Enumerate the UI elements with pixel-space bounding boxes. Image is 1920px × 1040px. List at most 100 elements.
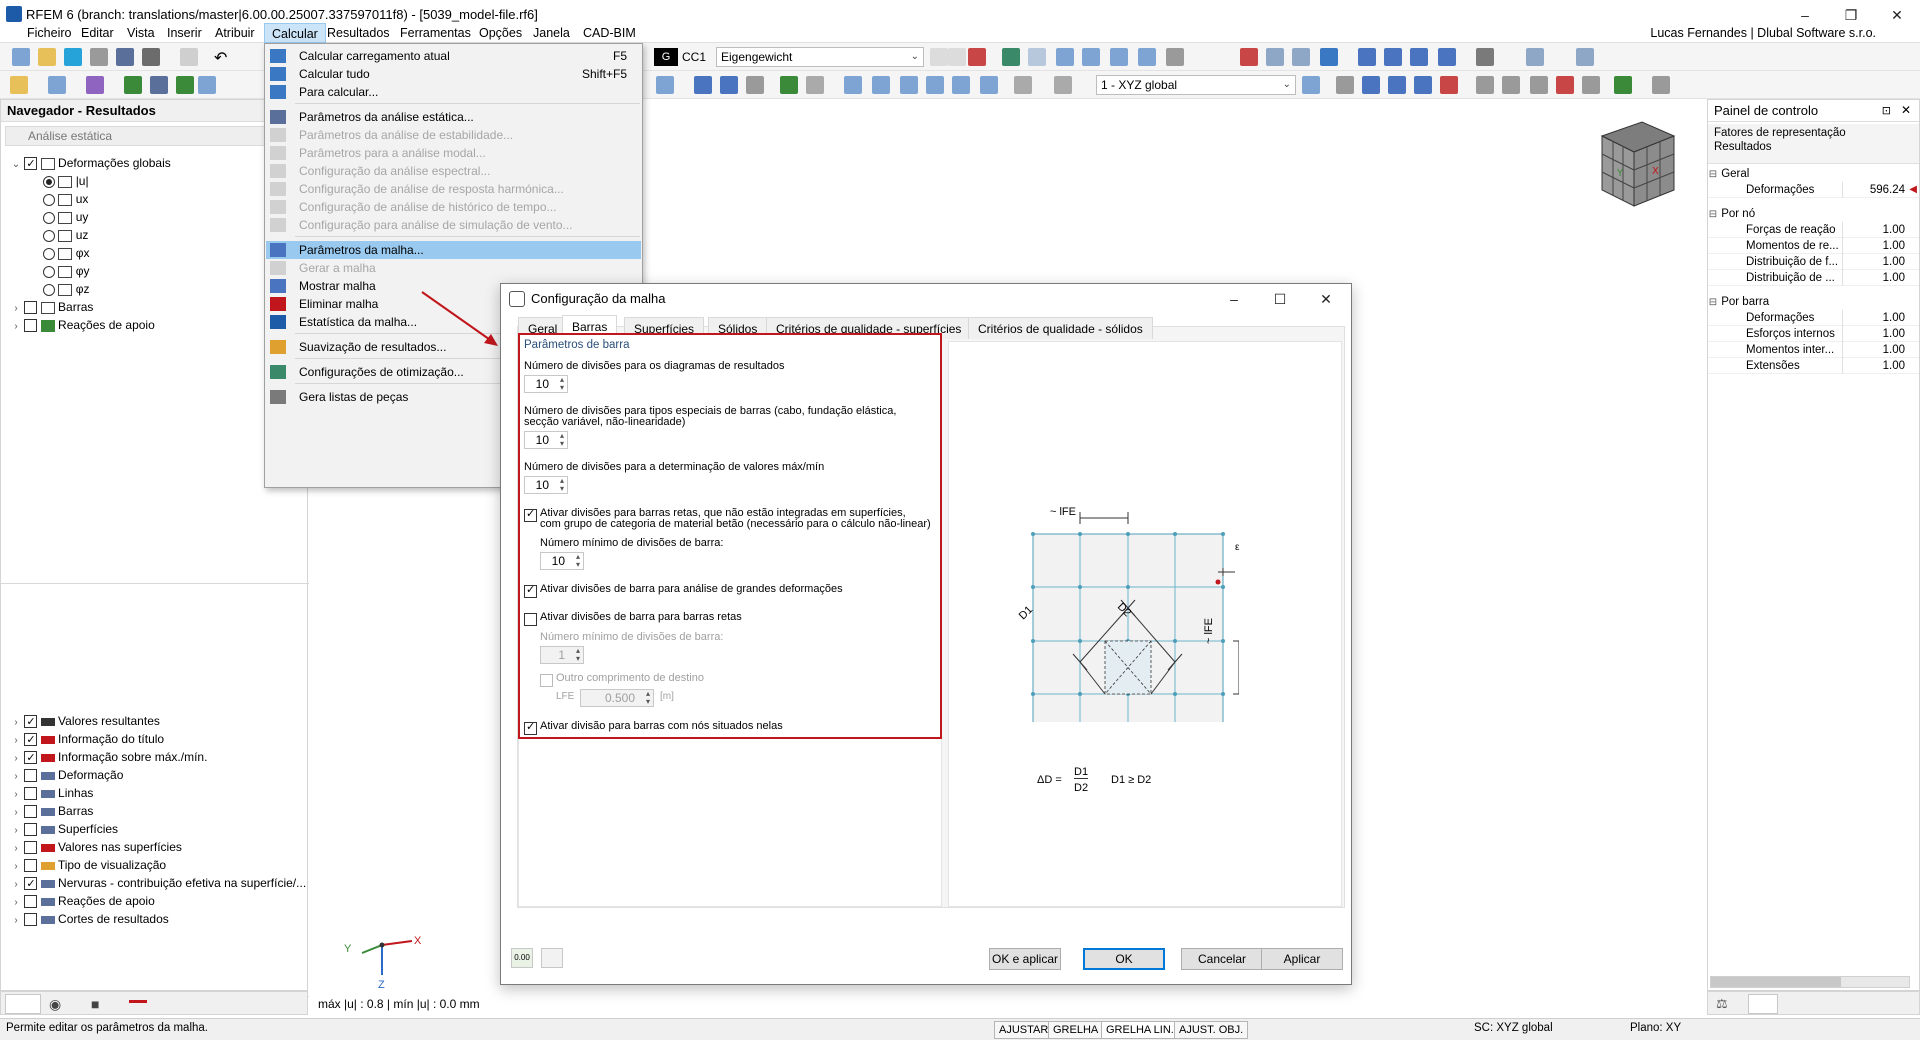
close-icon[interactable]: ✕	[1901, 103, 1911, 117]
factor-row[interactable]: Deformações 596.24 ◀	[1708, 182, 1919, 198]
calc-menu-item[interactable]: Gerar a malha	[266, 259, 641, 277]
spinner-arrows-icon[interactable]: ▴ ▾	[576, 647, 580, 663]
annotation-icon[interactable]	[926, 76, 944, 94]
calc-menu-item[interactable]: Configuração para análise de simulação d…	[266, 216, 641, 234]
tree-option-phiy[interactable]: φy	[11, 262, 301, 280]
display-option-item[interactable]: › Nervuras - contribuição efetiva na sup…	[11, 874, 307, 893]
checkbox[interactable]	[24, 319, 38, 333]
prev-load-icon[interactable]	[930, 48, 948, 66]
factor-row[interactable]: Distribuição de ... 1.00	[1708, 270, 1919, 286]
calc-menu-item[interactable]: Parâmetros da malha...	[266, 241, 641, 259]
tab-qualidade-solidos[interactable]: Critérios de qualidade - sólidos	[968, 317, 1153, 339]
menu-atribuir[interactable]: Atribuir	[208, 23, 262, 43]
div-special-spinner[interactable]: 10 ▴ ▾	[524, 431, 568, 449]
snap-grid-icon[interactable]	[1362, 76, 1380, 94]
rotate-icon[interactable]	[1384, 48, 1402, 66]
undo-icon[interactable]: ↶	[214, 48, 232, 67]
checkbox[interactable]	[524, 720, 537, 736]
move-icon[interactable]	[1410, 48, 1428, 66]
member-icon[interactable]	[86, 76, 104, 94]
calc-menu-item[interactable]: Calcular tudo Shift+F5	[266, 65, 641, 83]
values-icon[interactable]	[1028, 48, 1046, 66]
display-option-item[interactable]: › Informação sobre máx./mín.	[11, 748, 307, 767]
checkbox[interactable]	[24, 913, 38, 927]
cb-straight-bars-2[interactable]	[524, 611, 537, 627]
copy-icon[interactable]	[1438, 48, 1456, 66]
display-option-item[interactable]: › Linhas	[11, 784, 307, 802]
object-snap-toggle[interactable]: AJUST. OBJ.	[1174, 1021, 1249, 1039]
hinge-icon[interactable]	[150, 76, 168, 94]
factor-row[interactable]: Distribuição de f... 1.00	[1708, 254, 1919, 270]
checkbox[interactable]	[524, 583, 537, 599]
support-icon[interactable]	[124, 76, 142, 94]
collapse-icon[interactable]: ⊟	[1708, 295, 1718, 311]
div-maxmin-spinner[interactable]: 10 ▴ ▾	[524, 476, 568, 494]
checkbox[interactable]	[24, 787, 38, 801]
factor-value[interactable]: 1.00	[1883, 254, 1905, 270]
factor-row[interactable]: Esforços internos 1.00	[1708, 326, 1919, 342]
minimize-icon[interactable]: –	[1211, 284, 1257, 314]
factor-value[interactable]: 1.00	[1883, 342, 1905, 358]
display-icon[interactable]	[1054, 76, 1072, 94]
view-icon-3[interactable]	[1110, 48, 1128, 66]
eye-icon[interactable]: ◉	[49, 996, 69, 1012]
cube-icon[interactable]	[1292, 48, 1310, 66]
checkbox[interactable]	[524, 613, 537, 627]
ok-apply-button[interactable]: OK e aplicar	[989, 948, 1061, 970]
cb-other-length[interactable]	[540, 672, 553, 688]
factor-group[interactable]: ⊟ Geral	[1708, 166, 1919, 182]
stop-icon[interactable]	[1440, 76, 1458, 94]
copy-settings-icon[interactable]	[541, 948, 563, 968]
menu-editar[interactable]: Editar	[74, 23, 121, 43]
factor-row[interactable]: Deformações 1.00	[1708, 310, 1919, 326]
factor-value[interactable]: 1.00	[1883, 310, 1905, 326]
radio[interactable]	[43, 175, 55, 188]
view-cube-icon[interactable]: Y X	[1582, 114, 1682, 214]
section-icon[interactable]	[1166, 48, 1184, 66]
menu-resultados[interactable]: Resultados	[320, 23, 397, 43]
layer-icon[interactable]	[1526, 48, 1544, 66]
grid-icon[interactable]	[1336, 76, 1354, 94]
factor-row[interactable]: Extensões 1.00	[1708, 358, 1919, 374]
menu-janela[interactable]: Janela	[526, 23, 577, 43]
factor-value[interactable]: 1.00	[1883, 270, 1905, 286]
checkbox[interactable]	[24, 895, 38, 909]
results-display-icon[interactable]	[1002, 48, 1020, 66]
spinner-arrows-icon[interactable]: ▴ ▾	[646, 690, 650, 706]
display-option-item[interactable]: › Cortes de resultados	[11, 910, 307, 928]
data-tab-icon[interactable]	[5, 994, 41, 1014]
cb-straight-bars[interactable]	[524, 507, 537, 523]
align-icon[interactable]	[1476, 48, 1494, 66]
factor-value[interactable]: 1.00	[1883, 238, 1905, 254]
display-option-item[interactable]: › Reações de apoio	[11, 892, 307, 910]
collapse-icon[interactable]: ⊟	[1708, 167, 1718, 183]
dim-icon[interactable]	[806, 76, 824, 94]
menu-vista[interactable]: Vista	[120, 23, 162, 43]
maximize-icon[interactable]: ☐	[1257, 284, 1303, 314]
factor-value[interactable]: 596.24	[1870, 182, 1905, 198]
checkbox[interactable]	[24, 875, 38, 893]
display-option-item[interactable]: › Valores nas superfícies	[11, 838, 307, 856]
edit-icon[interactable]	[952, 76, 970, 94]
div-results-spinner[interactable]: 10 ▴ ▾	[524, 375, 568, 393]
camera-icon[interactable]	[1582, 76, 1600, 94]
checkbox[interactable]	[24, 859, 38, 873]
menu-ficheiro[interactable]: Ficheiro	[20, 23, 78, 43]
calc-menu-item[interactable]: Calcular carregamento atual F5	[266, 47, 641, 65]
checkbox[interactable]	[524, 507, 537, 523]
report-icon[interactable]	[180, 48, 198, 66]
node-icon[interactable]	[10, 76, 28, 94]
radio[interactable]	[43, 211, 55, 224]
expand-icon[interactable]: ›	[11, 318, 21, 336]
factor-value[interactable]: 1.00	[1883, 358, 1905, 374]
delete-icon[interactable]	[1240, 48, 1258, 66]
radio[interactable]	[43, 229, 55, 242]
spinner-arrows-icon[interactable]: ▴ ▾	[560, 432, 564, 448]
checkbox[interactable]	[24, 805, 38, 819]
checkbox[interactable]	[24, 301, 38, 315]
spinner-arrows-icon[interactable]: ▴ ▾	[576, 553, 580, 569]
result-filter-icon[interactable]	[968, 48, 986, 66]
checkbox[interactable]	[24, 841, 38, 855]
tree-option-uz[interactable]: uz	[11, 226, 301, 244]
tree-global-deformations[interactable]: ⌄ Deformações globais	[11, 154, 301, 173]
